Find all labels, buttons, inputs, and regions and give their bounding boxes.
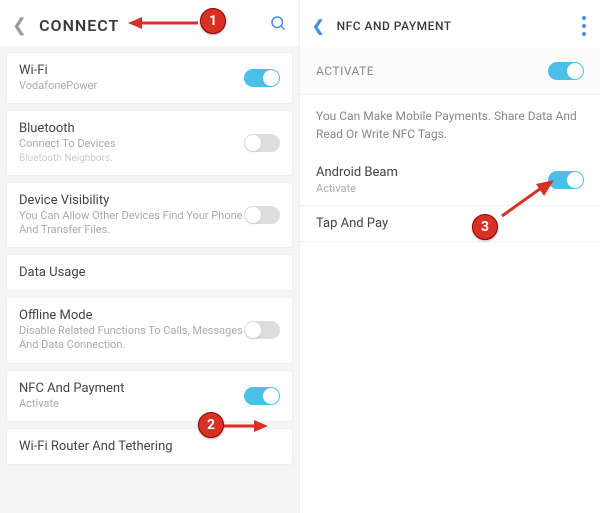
bluetooth-sub: Connect To Devices xyxy=(19,137,244,151)
item-bluetooth[interactable]: Bluetooth Connect To Devices Bluetooth N… xyxy=(6,110,293,175)
tap-title: Tap And Pay xyxy=(316,216,388,231)
right-header: ❮ NFC AND PAYMENT xyxy=(300,0,600,48)
offline-toggle[interactable] xyxy=(244,321,280,339)
item-nfc-payment[interactable]: NFC And Payment Activate xyxy=(6,370,293,422)
nfc-title: NFC And Payment xyxy=(19,381,244,396)
bluetooth-note: Bluetooth Neighbors. xyxy=(19,153,244,165)
more-icon[interactable] xyxy=(580,14,588,38)
data-usage-title: Data Usage xyxy=(19,265,280,280)
annotation-badge-3: 3 xyxy=(472,214,498,240)
item-data-usage[interactable]: Data Usage xyxy=(6,254,293,291)
bluetooth-toggle[interactable] xyxy=(244,134,280,152)
wifi-sub: VodafonePower xyxy=(19,79,244,93)
item-offline-mode[interactable]: Offline Mode Disable Related Functions T… xyxy=(6,297,293,364)
left-pane: ❮ CONNECT Wi-Fi VodafonePower Bluetooth … xyxy=(0,0,300,513)
wifi-toggle[interactable] xyxy=(244,69,280,87)
offline-sub: Disable Related Functions To Calls, Mess… xyxy=(19,324,244,353)
bluetooth-title: Bluetooth xyxy=(19,121,244,136)
android-beam-row[interactable]: Android Beam Activate xyxy=(300,155,600,206)
visibility-sub: You Can Allow Other Devices Find Your Ph… xyxy=(19,209,244,238)
annotation-badge-1: 1 xyxy=(200,8,226,34)
left-title: CONNECT xyxy=(39,16,119,35)
activate-label: ACTIVATE xyxy=(316,64,374,78)
back-icon[interactable]: ❮ xyxy=(12,15,27,36)
beam-title: Android Beam xyxy=(316,165,398,180)
item-device-visibility[interactable]: Device Visibility You Can Allow Other De… xyxy=(6,182,293,249)
nfc-toggle[interactable] xyxy=(244,387,280,405)
right-title: NFC AND PAYMENT xyxy=(337,19,452,33)
annotation-badge-2: 2 xyxy=(198,412,224,438)
wifi-title: Wi-Fi xyxy=(19,63,244,78)
activate-toggle[interactable] xyxy=(548,62,584,80)
visibility-title: Device Visibility xyxy=(19,193,244,208)
back-icon[interactable]: ❮ xyxy=(312,17,325,35)
offline-title: Offline Mode xyxy=(19,308,244,323)
beam-sub: Activate xyxy=(316,182,398,195)
right-content: ACTIVATE You Can Make Mobile Payments. S… xyxy=(300,48,600,513)
visibility-toggle[interactable] xyxy=(244,206,280,224)
tap-and-pay-row[interactable]: Tap And Pay xyxy=(300,206,600,242)
nfc-info-text: You Can Make Mobile Payments. Share Data… xyxy=(300,95,600,155)
item-wifi[interactable]: Wi-Fi VodafonePower xyxy=(6,52,293,104)
right-pane: ❮ NFC AND PAYMENT ACTIVATE You Can Make … xyxy=(300,0,600,513)
annotation-arrow-1 xyxy=(128,15,198,31)
left-content: Wi-Fi VodafonePower Bluetooth Connect To… xyxy=(0,46,299,513)
activate-row: ACTIVATE xyxy=(300,48,600,95)
nfc-sub: Activate xyxy=(19,397,244,411)
search-icon[interactable] xyxy=(269,14,287,36)
annotation-arrow-3 xyxy=(498,180,554,220)
router-title: Wi-Fi Router And Tethering xyxy=(19,439,280,454)
